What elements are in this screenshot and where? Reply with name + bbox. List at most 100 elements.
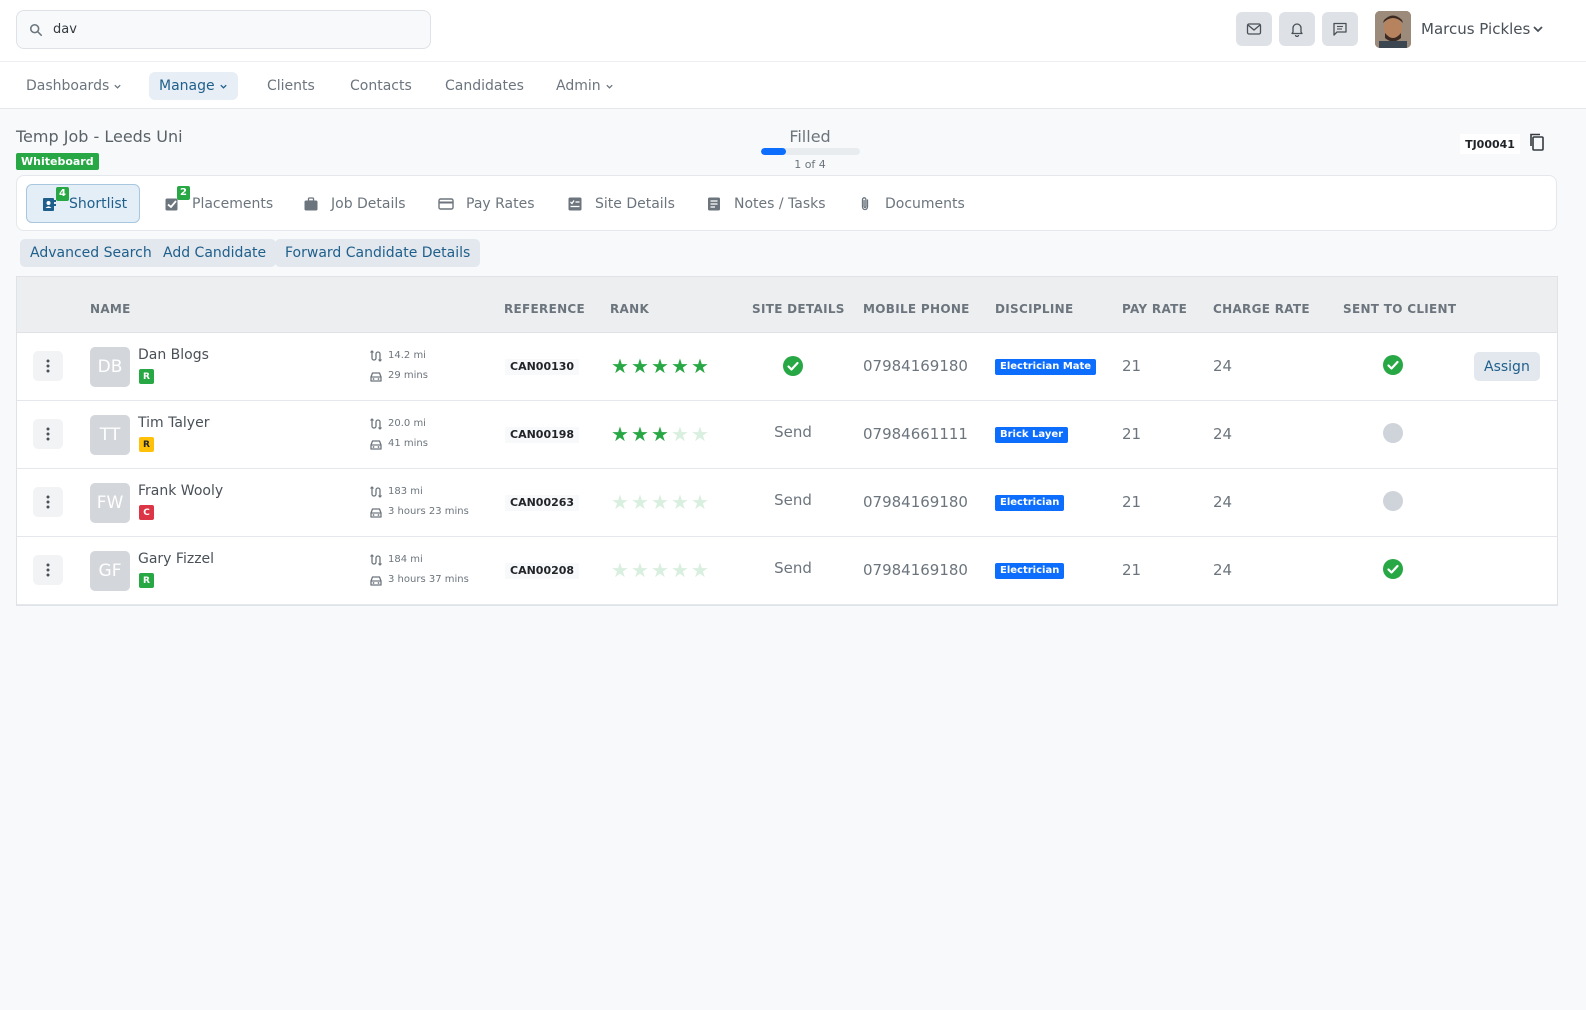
rank-star[interactable]: ★ [670, 490, 690, 514]
avatar: DB [90, 347, 130, 387]
nav-candidates[interactable]: Candidates [435, 72, 534, 100]
nav-dashboards[interactable]: Dashboards [16, 72, 132, 100]
bell-icon [1291, 23, 1303, 37]
user-avatar[interactable] [1375, 11, 1411, 48]
header-pay-rate[interactable]: PAY RATE [1122, 302, 1187, 316]
assign-button[interactable]: Assign [1474, 352, 1540, 381]
rank-star[interactable]: ★ [610, 354, 630, 378]
rank-star[interactable]: ★ [650, 422, 670, 446]
nav-manage[interactable]: Manage [149, 72, 238, 100]
mobile-phone: 07984169180 [863, 561, 968, 579]
avatar: FW [90, 483, 130, 523]
table-row[interactable]: DB Dan Blogs R 14.2 mi 29 mins CAN00130 … [17, 333, 1557, 401]
site-details-send-link[interactable]: Send [774, 559, 812, 577]
rank-star[interactable]: ★ [630, 422, 650, 446]
more-vertical-icon [46, 427, 50, 441]
checklist-icon [568, 197, 582, 210]
notifications-button[interactable] [1279, 12, 1315, 46]
rank-stars[interactable]: ★ ★ ★ ★ ★ [610, 558, 710, 582]
candidate-status-badge: R [139, 437, 154, 452]
rank-star[interactable]: ★ [690, 490, 710, 514]
search-input[interactable] [53, 22, 393, 37]
nav-admin[interactable]: Admin [546, 72, 624, 100]
header-sent-to-client[interactable]: SENT TO CLIENT [1343, 302, 1456, 316]
rank-star[interactable]: ★ [630, 490, 650, 514]
rank-star[interactable]: ★ [630, 558, 650, 582]
add-candidate-button[interactable]: Add Candidate [153, 239, 277, 267]
user-name[interactable]: Marcus Pickles [1421, 20, 1530, 38]
car-icon [369, 573, 383, 587]
rank-stars[interactable]: ★ ★ ★ ★ ★ [610, 422, 710, 446]
tab-pay-rates[interactable]: Pay Rates [424, 184, 547, 223]
site-details-send-link[interactable]: Send [774, 423, 812, 441]
candidate-reference: CAN00130 [505, 359, 580, 375]
header-site-details[interactable]: SITE DETAILS [752, 302, 845, 316]
table-row[interactable]: GF Gary Fizzel R 184 mi 3 hours 37 mins … [17, 537, 1557, 605]
charge-rate: 24 [1213, 493, 1233, 511]
header-reference[interactable]: REFERENCE [504, 302, 585, 316]
table-row[interactable]: FW Frank Wooly C 183 mi 3 hours 23 mins … [17, 469, 1557, 537]
rank-star[interactable]: ★ [690, 422, 710, 446]
tab-site-details[interactable]: Site Details [553, 184, 687, 223]
advanced-search-button[interactable]: Advanced Search [20, 239, 162, 267]
sent-to-client-status [1382, 558, 1404, 580]
top-bar: Marcus Pickles [0, 0, 1586, 62]
candidate-name[interactable]: Frank Wooly [138, 483, 223, 499]
header-discipline[interactable]: DISCIPLINE [995, 302, 1074, 316]
rank-star[interactable]: ★ [610, 422, 630, 446]
messages-button[interactable] [1322, 12, 1358, 46]
candidate-name[interactable]: Gary Fizzel [138, 551, 214, 567]
rank-star[interactable]: ★ [670, 354, 690, 378]
candidate-status-badge: R [139, 573, 154, 588]
mail-button[interactable] [1236, 12, 1272, 46]
tab-job-details[interactable]: Job Details [289, 184, 418, 223]
nav-label: Manage [159, 78, 215, 94]
rank-star[interactable]: ★ [610, 490, 630, 514]
rank-star[interactable]: ★ [670, 558, 690, 582]
tab-notes-tasks[interactable]: Notes / Tasks [692, 184, 838, 223]
site-details-cell [752, 355, 834, 381]
rank-star[interactable]: ★ [650, 490, 670, 514]
candidate-name[interactable]: Tim Talyer [138, 415, 209, 431]
tab-label: Site Details [595, 195, 675, 212]
header-charge-rate[interactable]: CHARGE RATE [1213, 302, 1310, 316]
rank-stars[interactable]: ★ ★ ★ ★ ★ [610, 354, 710, 378]
nav-clients[interactable]: Clients [257, 72, 325, 100]
rank-star[interactable]: ★ [670, 422, 690, 446]
tab-label: Placements [192, 195, 274, 212]
tab-shortlist[interactable]: 4 Shortlist [26, 184, 141, 223]
discipline-badge: Electrician [995, 563, 1065, 579]
rank-stars[interactable]: ★ ★ ★ ★ ★ [610, 490, 710, 514]
site-details-check-icon [783, 356, 803, 376]
tab-placements[interactable]: 2 Placements [150, 184, 285, 223]
rank-star[interactable]: ★ [690, 354, 710, 378]
forward-candidate-details-button[interactable]: Forward Candidate Details [275, 239, 481, 267]
header-rank[interactable]: RANK [610, 302, 649, 316]
candidate-name[interactable]: Dan Blogs [138, 347, 209, 363]
chevron-down-icon [605, 84, 613, 89]
table-row[interactable]: TT Tim Talyer R 20.0 mi 41 mins CAN00198… [17, 401, 1557, 469]
sent-to-client-status [1382, 354, 1404, 376]
row-menu-button[interactable] [33, 487, 63, 517]
rank-star[interactable]: ★ [630, 354, 650, 378]
copy-icon[interactable] [1527, 132, 1547, 152]
charge-rate: 24 [1213, 425, 1233, 443]
not-sent-icon [1383, 491, 1403, 511]
row-menu-button[interactable] [33, 351, 63, 381]
tab-documents[interactable]: Documents [843, 184, 977, 223]
site-details-send-link[interactable]: Send [774, 491, 812, 509]
header-mobile-phone[interactable]: MOBILE PHONE [863, 302, 970, 316]
job-progress-text: 1 of 4 [794, 158, 826, 171]
rank-star[interactable]: ★ [690, 558, 710, 582]
rank-star[interactable]: ★ [650, 354, 670, 378]
rank-star[interactable]: ★ [610, 558, 630, 582]
nav-contacts[interactable]: Contacts [340, 72, 422, 100]
chevron-down-icon[interactable] [1532, 23, 1544, 35]
rank-star[interactable]: ★ [650, 558, 670, 582]
header-name[interactable]: NAME [90, 302, 131, 316]
search-box[interactable] [16, 10, 431, 49]
row-menu-button[interactable] [33, 555, 63, 585]
candidate-reference: CAN00208 [505, 563, 580, 579]
candidate-status-badge: C [139, 505, 154, 520]
row-menu-button[interactable] [33, 419, 63, 449]
